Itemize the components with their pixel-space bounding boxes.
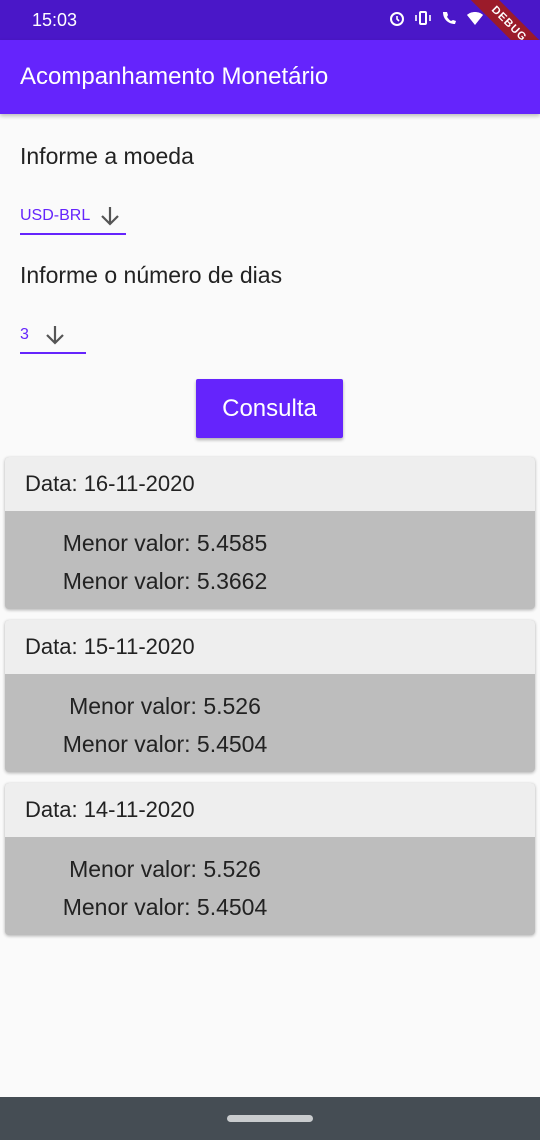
volte-call-icon	[440, 9, 458, 27]
card-body: Menor valor: 5.526 Menor valor: 5.4504	[5, 674, 325, 763]
status-bar: 15:03 DEBUG	[0, 0, 540, 78]
app-title: Acompanhamento Monetário	[20, 63, 329, 90]
currency-label: Informe a moeda	[20, 143, 194, 169]
currency-selected-value: USD-BRL	[20, 207, 91, 224]
card-value-line: Menor valor: 5.526	[69, 693, 261, 719]
result-card: Data: 15-11-2020 Menor valor: 5.526 Meno…	[5, 620, 535, 772]
home-gesture-pill[interactable]	[227, 1115, 313, 1122]
card-body: Menor valor: 5.4585 Menor valor: 5.3662	[5, 511, 325, 600]
result-card: Data: 16-11-2020 Menor valor: 5.4585 Men…	[5, 457, 535, 609]
result-card: Data: 14-11-2020 Menor valor: 5.526 Meno…	[5, 783, 535, 935]
card-date: Data: 14-11-2020	[5, 783, 535, 837]
days-selected-value: 3	[20, 326, 29, 343]
status-time: 15:03	[32, 10, 78, 30]
card-date: Data: 16-11-2020	[5, 457, 535, 511]
card-date: Data: 15-11-2020	[5, 620, 535, 674]
vibrate-icon	[414, 9, 432, 27]
app-bar: Acompanhamento Monetário	[0, 40, 540, 114]
card-value-line: Menor valor: 5.4504	[62, 894, 268, 920]
days-label: Informe o número de dias	[20, 262, 283, 288]
days-dropdown[interactable]: 3	[20, 318, 86, 354]
arrow-down-icon	[43, 323, 67, 347]
currency-dropdown[interactable]: USD-BRL	[20, 199, 126, 235]
card-body: Menor valor: 5.526 Menor valor: 5.4504	[5, 837, 325, 926]
alarm-icon	[388, 9, 406, 27]
card-value-line: Menor valor: 5.3662	[62, 568, 268, 594]
consulta-button[interactable]: Consulta	[196, 379, 343, 438]
wifi-icon	[466, 9, 484, 27]
card-value-line: Menor valor: 5.526	[69, 856, 261, 882]
system-nav-bar	[0, 1097, 540, 1140]
arrow-down-icon	[98, 204, 122, 228]
card-value-line: Menor valor: 5.4585	[62, 530, 268, 556]
card-value-line: Menor valor: 5.4504	[62, 731, 268, 757]
